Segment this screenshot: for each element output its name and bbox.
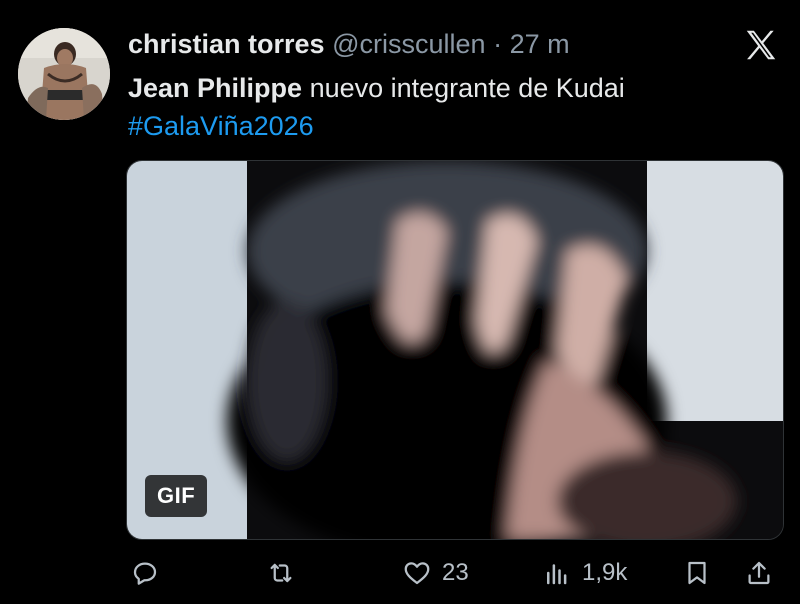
bookmark-icon <box>688 561 706 585</box>
gif-badge: GIF <box>145 475 208 517</box>
retweet-icon <box>270 563 292 583</box>
action-bar: 23 1,9k <box>126 553 786 593</box>
author-handle[interactable]: @crisscullen <box>332 29 485 59</box>
hashtag-link[interactable]: #GalaViña2026 <box>128 107 768 145</box>
tweet-body: nuevo integrante de Kudai <box>302 73 625 103</box>
mention-link[interactable]: Jean Philippe <box>128 73 302 103</box>
gif-media[interactable]: GIF <box>126 160 784 540</box>
reply-button[interactable] <box>130 553 170 593</box>
avatar-image <box>18 28 110 120</box>
separator-dot: · <box>493 29 503 59</box>
retweet-button[interactable] <box>266 553 306 593</box>
bookmark-button[interactable] <box>682 553 712 593</box>
author-name[interactable]: christian torres <box>128 29 325 59</box>
tweet-header: christian torres @crisscullen · 27 m <box>128 28 570 60</box>
reply-icon <box>133 562 157 585</box>
heart-icon <box>404 562 430 585</box>
avatar[interactable] <box>18 28 110 120</box>
views-button[interactable]: 1,9k <box>542 553 627 593</box>
like-count: 23 <box>442 559 469 586</box>
views-icon <box>547 564 567 585</box>
tweet-text: Jean Philippe nuevo integrante de Kudai … <box>128 69 768 145</box>
share-icon <box>748 561 770 585</box>
x-logo-icon[interactable] <box>742 26 780 64</box>
timestamp[interactable]: 27 m <box>510 29 570 59</box>
gif-frame <box>127 161 783 539</box>
like-button[interactable]: 23 <box>402 553 469 593</box>
views-count: 1,9k <box>582 559 628 586</box>
share-button[interactable] <box>744 553 774 593</box>
